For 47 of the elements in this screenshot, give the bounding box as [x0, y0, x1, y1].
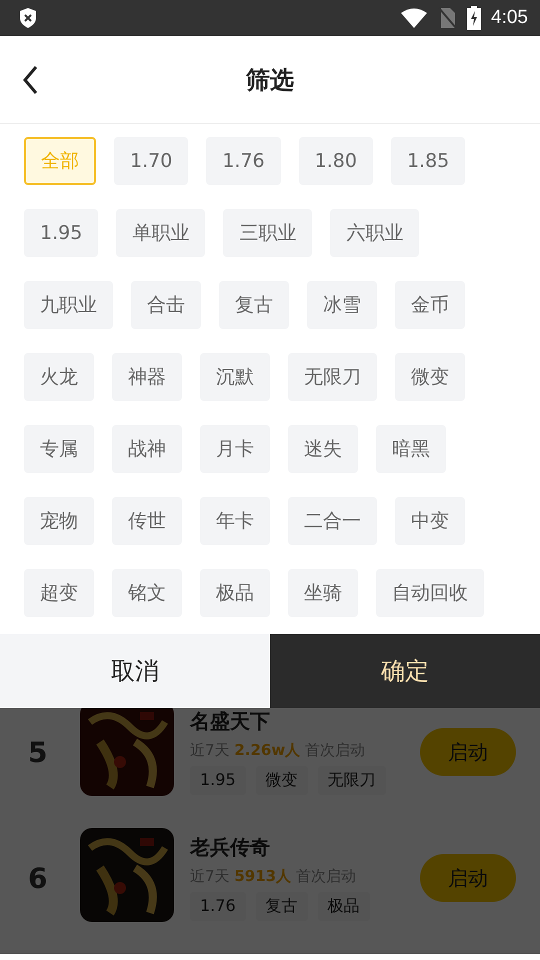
back-icon[interactable]	[22, 65, 38, 95]
clock-time: 4:05	[491, 7, 528, 29]
filter-tag[interactable]: 专属	[24, 425, 94, 473]
filter-tag[interactable]: 传世	[112, 497, 182, 545]
filter-tag[interactable]: 极品	[200, 569, 270, 617]
filter-tag[interactable]: 战神	[112, 425, 182, 473]
filter-tag[interactable]: 复古	[219, 281, 289, 329]
rank-number: 5	[28, 736, 48, 769]
filter-tag[interactable]: 1.70	[114, 137, 188, 185]
filter-tag[interactable]: 暗黑	[376, 425, 446, 473]
filter-tag[interactable]: 金币	[395, 281, 465, 329]
filter-tag[interactable]: 1.85	[390, 137, 466, 185]
player-count: 2.26w人	[234, 741, 300, 759]
filter-tag[interactable]: 合击	[131, 281, 201, 329]
battery-icon	[467, 6, 482, 30]
filter-tag[interactable]: 二合一	[288, 497, 377, 545]
filter-tag[interactable]: 1.76	[206, 137, 281, 185]
filter-tag[interactable]: 坐骑	[288, 569, 358, 617]
confirm-button[interactable]: 确定	[270, 634, 540, 708]
filter-tag[interactable]: 中变	[395, 497, 465, 545]
cancel-button[interactable]: 取消	[0, 634, 270, 708]
filter-tag[interactable]: 神器	[112, 353, 182, 401]
filter-tag[interactable]: 冰雪	[307, 281, 377, 329]
player-count: 5913人	[234, 867, 292, 885]
page-title: 筛选	[246, 64, 294, 96]
filter-tag[interactable]: 宠物	[24, 497, 94, 545]
wifi-icon	[401, 8, 428, 28]
filter-tag[interactable]: 自动回收	[376, 569, 484, 617]
filter-tag[interactable]: 铭文	[112, 569, 182, 617]
filter-tag[interactable]: 超变	[24, 569, 94, 617]
filter-tag[interactable]: 年卡	[200, 497, 270, 545]
filter-tag[interactable]: 1.95	[24, 209, 98, 257]
rank-number: 6	[28, 862, 48, 895]
filter-tag[interactable]: 九职业	[24, 281, 113, 329]
filter-tag[interactable]: 月卡	[200, 425, 270, 473]
filter-tag[interactable]: 无限刀	[288, 353, 377, 401]
filter-tag[interactable]: 火龙	[24, 353, 94, 401]
filter-tag[interactable]: 迷失	[288, 425, 358, 473]
filter-tag[interactable]: 六职业	[330, 209, 420, 257]
filter-tag[interactable]: 1.80	[298, 137, 373, 185]
game-title: 名盛天下	[190, 708, 271, 735]
shield-icon	[18, 7, 38, 29]
filter-tag[interactable]: 沉默	[200, 353, 270, 401]
filter-tag[interactable]: 单职业	[116, 209, 206, 257]
game-title: 老兵传奇	[190, 834, 271, 861]
filter-tag[interactable]: 三职业	[223, 209, 312, 257]
filter-tag[interactable]: 微变	[395, 353, 465, 401]
